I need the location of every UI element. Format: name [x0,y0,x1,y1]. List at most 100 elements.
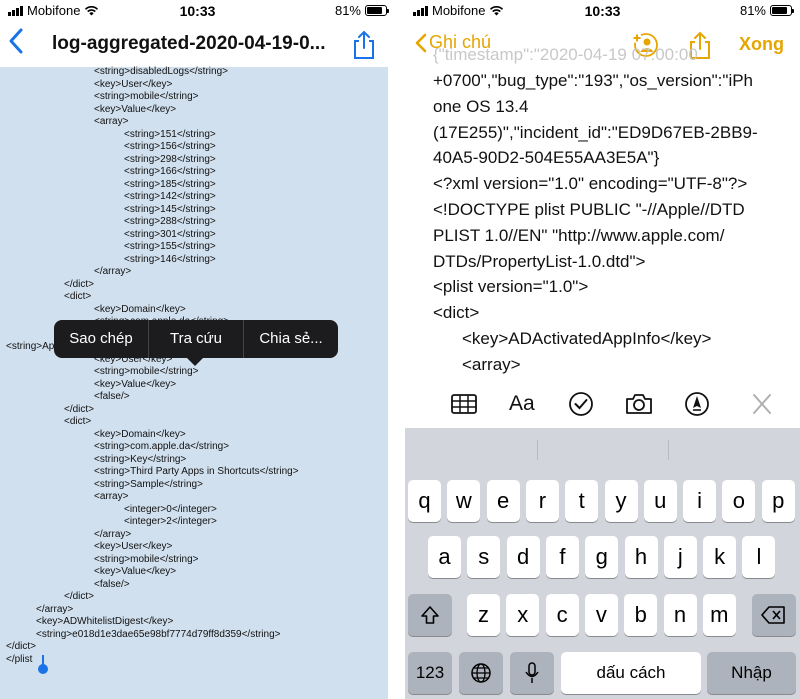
key-g[interactable]: g [585,536,619,578]
code-line: </dict> [64,403,95,415]
code-line: <string>e018d1e3dae65e98bf7774d79ff8d359… [36,628,281,640]
code-line: <string>mobile</string> [94,553,199,565]
code-line: <key>Value</key> [94,103,177,115]
code-line: <key>Value</key> [94,566,177,577]
key-f[interactable]: f [545,536,579,578]
note-body[interactable]: {"timestamp":"2020-04-19 07:00:00 +0700"… [405,48,800,378]
key-u[interactable]: u [643,480,677,522]
navigation-bar: log-aggregated-2020-04-19-0... [0,24,395,66]
space-key[interactable]: dấu cách [561,652,701,694]
code-line: <array> [94,116,129,127]
key-l[interactable]: l [742,536,776,578]
code-line: <string>145</string> [124,203,216,215]
code-line: </array> [36,603,74,615]
code-line: <string>mobile</string> [94,366,199,377]
key-m[interactable]: m [702,594,736,636]
code-line: <string>288</string> [124,216,216,227]
key-o[interactable]: o [722,480,756,522]
code-line: </dict> [6,641,37,652]
note-line: one OS 13.4 [433,96,529,116]
selection-handle[interactable] [38,664,48,674]
close-icon[interactable] [748,391,776,417]
table-icon[interactable] [450,391,478,417]
code-line: <key>User</key> [94,78,173,90]
note-line: PLIST 1.0//EN" "http://www.apple.com/ [433,225,725,245]
note-line: <dict> [433,303,480,323]
status-bar: Mobifone 10:33 81% [405,0,800,22]
key-p[interactable]: p [761,480,795,522]
note-line: <key>ADActivatedAppInfo</key> [462,329,712,348]
key-t[interactable]: t [565,480,599,522]
camera-icon[interactable] [625,391,653,417]
key-q[interactable]: q [408,480,441,522]
code-line: <string>156</string> [124,141,216,152]
globe-icon [471,663,491,683]
key-k[interactable]: k [703,536,737,578]
key-s[interactable]: s [467,536,501,578]
edit-menu-arrow [186,357,204,366]
code-line: <string>151</string> [124,128,216,140]
key-x[interactable]: x [506,594,540,636]
back-chevron-icon[interactable] [8,28,24,61]
code-line: </dict> [64,278,95,290]
battery-icon [365,5,389,16]
code-line: </plist [6,653,33,665]
code-line: <string>166</string> [124,166,216,177]
code-line: <key>User</key> [94,541,173,552]
key-j[interactable]: j [663,536,697,578]
return-key[interactable]: Nhập [707,652,796,694]
battery-percent: 81% [739,3,766,18]
shift-key[interactable] [408,594,452,636]
note-line: (17E255)","incident_id":"ED9D67EB-2BB9- [433,122,758,142]
key-w[interactable]: w [447,480,481,522]
key-c[interactable]: c [545,594,579,636]
code-line: <string>Sample</string> [94,478,203,490]
delete-key[interactable] [752,594,796,636]
code-line: <key>Domain</key> [94,428,186,440]
markup-icon[interactable] [683,391,711,417]
lookup-menu-item[interactable]: Tra cứu [149,320,244,358]
text-format-icon[interactable]: Aa [509,391,543,417]
key-e[interactable]: e [486,480,520,522]
shift-icon [421,606,439,624]
share-menu-item[interactable]: Chia sẻ... [244,320,338,358]
share-icon[interactable] [351,30,377,60]
battery-icon [770,5,794,16]
status-bar: Mobifone 10:33 81% [0,0,395,22]
note-line: <!DOCTYPE plist PUBLIC "-//Apple//DTD [433,200,745,219]
code-line: <dict> [64,291,92,302]
key-r[interactable]: r [525,480,559,522]
dictation-key[interactable] [510,652,554,694]
code-line: <dict> [64,416,92,427]
note-line: DTDs/PropertyList-1.0.dtd"> [433,251,646,271]
key-v[interactable]: v [584,594,618,636]
checklist-icon[interactable] [567,391,595,417]
key-h[interactable]: h [624,536,658,578]
keyboard: q w e r t y u i o p a s d f g h j k l z x c v b n m 123 dấu cách Nhậ… [405,428,800,699]
selected-code-text[interactable]: <string>disabledLogs</string> <key>User</… [0,66,388,699]
code-line: <false/> [94,578,130,590]
key-a[interactable]: a [428,536,461,578]
code-line: <array> [94,491,129,502]
code-line: <key>Value</key> [94,378,177,390]
key-z[interactable]: z [467,594,500,636]
code-line: <false/> [94,391,130,402]
note-line: <plist version="1.0"> [433,277,589,297]
key-b[interactable]: b [624,594,658,636]
note-line: <?xml version="1.0" encoding="UTF-8"?> [433,174,748,194]
code-line: <string>185</string> [124,178,216,190]
key-i[interactable]: i [683,480,717,522]
code-line: <string>mobile</string> [94,91,199,102]
code-line: <string>Third Party Apps in Shortcuts</s… [94,466,299,477]
battery-percent: 81% [334,3,361,18]
key-y[interactable]: y [604,480,638,522]
key-n[interactable]: n [663,594,697,636]
backspace-icon [761,606,785,624]
numbers-key[interactable]: 123 [408,652,452,694]
copy-menu-item[interactable]: Sao chép [54,320,149,358]
code-line: <string>com.apple.da</string> [94,441,230,452]
microphone-icon [525,662,539,683]
key-d[interactable]: d [506,536,540,578]
globe-key[interactable] [459,652,503,694]
code-line: </dict> [64,591,95,602]
